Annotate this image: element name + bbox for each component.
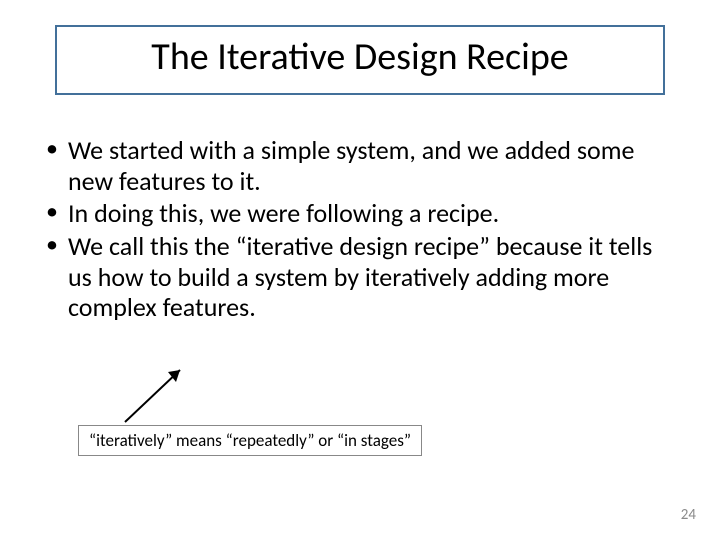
page-number: 24 xyxy=(681,506,696,524)
title-box: The Iterative Design Recipe xyxy=(55,25,665,95)
callout-box: “iteratively” means “repeatedly” or “in … xyxy=(78,425,422,456)
bullet-item: We started with a simple system, and we … xyxy=(40,135,680,196)
callout-text: “iteratively” means “repeatedly” or “in … xyxy=(89,430,411,451)
bullet-item: We call this the “iterative design recip… xyxy=(40,231,680,323)
bullet-list: We started with a simple system, and we … xyxy=(40,135,680,323)
slide: The Iterative Design Recipe We started w… xyxy=(0,0,720,540)
arrow-icon xyxy=(110,360,210,430)
body-text: We started with a simple system, and we … xyxy=(40,135,680,325)
slide-title: The Iterative Design Recipe xyxy=(71,37,649,79)
bullet-item: In doing this, we were following a recip… xyxy=(40,198,680,229)
